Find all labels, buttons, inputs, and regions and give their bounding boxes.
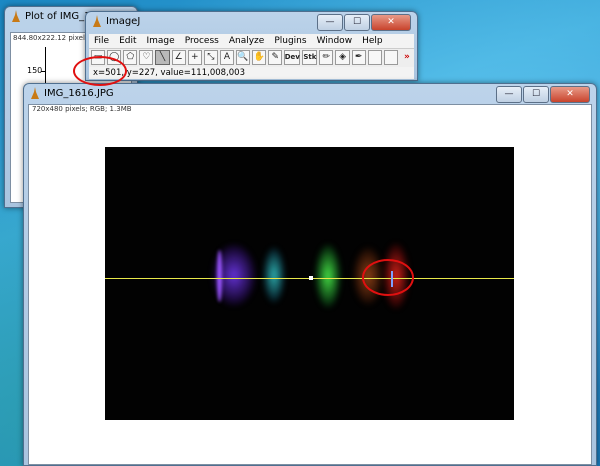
more-tools-icon[interactable]: »: [400, 50, 414, 65]
freehand-select-icon[interactable]: ♡: [139, 50, 154, 65]
empty-slot-1[interactable]: [367, 50, 382, 65]
imagej-main-window[interactable]: ImageJ — ☐ ✕ File Edit Image Process Ana…: [85, 11, 418, 81]
image-window[interactable]: IMG_1616.JPG — ☐ ✕ 720x480 pixels; RGB; …: [23, 83, 597, 466]
line-selection-handle[interactable]: [309, 276, 313, 280]
imagej-logo-icon: [12, 10, 20, 22]
window-controls: — ☐ ✕: [495, 86, 590, 103]
menu-analyze[interactable]: Analyze: [224, 34, 269, 48]
brush-tool-icon[interactable]: ✏: [319, 50, 334, 65]
status-bar: x=501, y=227, value=111,008,003: [89, 67, 414, 79]
empty-slot-2[interactable]: [383, 50, 398, 65]
angle-tool-icon[interactable]: ∠: [171, 50, 186, 65]
spectrum-photo[interactable]: [105, 147, 514, 420]
imagej-logo-icon: [31, 87, 39, 99]
imagej-titlebar[interactable]: ImageJ — ☐ ✕: [86, 12, 417, 32]
close-button[interactable]: ✕: [550, 86, 590, 103]
spectrum-band-cyan: [263, 247, 285, 303]
image-canvas-area[interactable]: 720x480 pixels; RGB; 1.3MB: [28, 104, 592, 465]
wand-tool-icon[interactable]: ⤡: [203, 50, 218, 65]
dev-menu-icon[interactable]: Dev: [284, 50, 301, 65]
menu-window[interactable]: Window: [312, 34, 358, 48]
straight-line-icon[interactable]: ╲: [155, 50, 170, 65]
close-button[interactable]: ✕: [371, 14, 411, 31]
image-window-titlebar[interactable]: IMG_1616.JPG — ☐ ✕: [24, 84, 596, 104]
point-tool-icon[interactable]: +: [187, 50, 202, 65]
window-controls: — ☐ ✕: [316, 14, 411, 31]
plot-y-tick-label: 150: [27, 66, 43, 75]
minimize-button[interactable]: —: [496, 86, 522, 103]
menu-image[interactable]: Image: [142, 34, 180, 48]
menu-process[interactable]: Process: [180, 34, 224, 48]
minimize-button[interactable]: —: [317, 14, 343, 31]
pencil-tool-icon[interactable]: ✒: [351, 50, 366, 65]
magnifier-icon[interactable]: 🔍: [235, 50, 251, 65]
menu-bar: File Edit Image Process Analyze Plugins …: [89, 34, 414, 48]
spectrum-band-green: [315, 244, 341, 308]
maximize-button[interactable]: ☐: [344, 14, 370, 31]
image-info-text: 720x480 pixels; RGB; 1.3MB: [32, 105, 132, 113]
plot-window-title: Plot of IMG_1: [25, 11, 91, 22]
flood-fill-icon[interactable]: ◈: [335, 50, 350, 65]
stack-menu-icon[interactable]: Stk: [302, 50, 318, 65]
menu-file[interactable]: File: [89, 34, 114, 48]
spectrum-highlight-circle: [362, 259, 414, 296]
imagej-window-title: ImageJ: [106, 16, 141, 27]
menu-help[interactable]: Help: [357, 34, 388, 48]
plot-info-text: 844.80x222.12 pixels: [13, 34, 89, 42]
text-tool-icon[interactable]: A: [219, 50, 234, 65]
menu-plugins[interactable]: Plugins: [269, 34, 311, 48]
menu-edit[interactable]: Edit: [114, 34, 141, 48]
color-picker-icon[interactable]: ✎: [268, 50, 283, 65]
imagej-logo-icon: [93, 15, 101, 27]
spectrum-line-violet: [217, 250, 222, 302]
polygon-select-icon[interactable]: ⬠: [123, 50, 138, 65]
hand-scroll-icon[interactable]: ✋: [252, 50, 267, 65]
maximize-button[interactable]: ☐: [523, 86, 549, 103]
tool-bar: ▭ ◯ ⬠ ♡ ╲ ∠ + ⤡ A 🔍 ✋ ✎ Dev Stk ✏ ◈ ✒»: [89, 48, 414, 68]
image-window-title: IMG_1616.JPG: [44, 88, 114, 99]
status-highlight-circle: [73, 56, 127, 86]
